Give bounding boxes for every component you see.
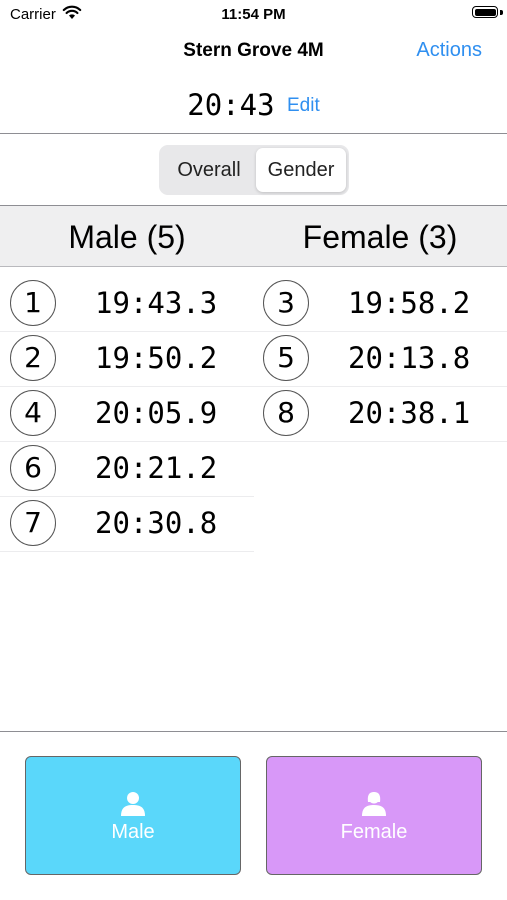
male-finisher-button[interactable]: Male (25, 756, 241, 875)
place-badge: 2 (10, 335, 56, 381)
view-segmented-control: Overall Gender (159, 145, 349, 195)
result-row[interactable]: 2 19:50.2 (0, 332, 254, 387)
result-row[interactable]: 3 19:58.2 (253, 277, 507, 332)
result-row[interactable]: 6 20:21.2 (0, 442, 254, 497)
finish-time: 20:21.2 (95, 451, 218, 485)
result-row[interactable]: 7 20:30.8 (0, 497, 254, 552)
finish-time: 19:43.3 (95, 286, 218, 320)
place-badge: 1 (10, 280, 56, 326)
battery-cap (500, 10, 503, 15)
column-header-band: Male (5) Female (3) (0, 205, 507, 267)
place-badge: 3 (263, 280, 309, 326)
result-row[interactable]: 8 20:38.1 (253, 387, 507, 442)
place-badge: 8 (263, 390, 309, 436)
finish-time: 20:38.1 (348, 396, 471, 430)
battery-icon (472, 6, 498, 18)
segment-gender[interactable]: Gender (256, 148, 346, 192)
result-row[interactable]: 5 20:13.8 (253, 332, 507, 387)
female-results-list: 3 19:58.2 5 20:13.8 8 20:38.1 (253, 277, 507, 442)
place-badge: 6 (10, 445, 56, 491)
status-time: 11:54 PM (221, 6, 286, 23)
person-icon (26, 790, 240, 821)
timer-row: 20:43 Edit (0, 88, 507, 122)
divider-top (0, 133, 507, 134)
finish-time: 20:13.8 (348, 341, 471, 375)
male-results-list: 1 19:43.3 2 19:50.2 4 20:05.9 6 20:21.2 … (0, 277, 254, 552)
place-badge: 7 (10, 500, 56, 546)
person-female-icon (267, 790, 481, 821)
finish-time: 19:50.2 (95, 341, 218, 375)
male-button-label: Male (111, 821, 155, 843)
female-column-header: Female (3) (302, 219, 458, 255)
divider-bottom (0, 731, 507, 732)
edit-button[interactable]: Edit (287, 95, 320, 116)
result-row[interactable]: 4 20:05.9 (0, 387, 254, 442)
finish-time: 20:30.8 (95, 506, 218, 540)
female-finisher-button[interactable]: Female (266, 756, 482, 875)
elapsed-time: 20:43 (187, 88, 275, 122)
finish-time: 19:58.2 (348, 286, 471, 320)
status-bar: Carrier 11:54 PM (0, 0, 507, 30)
female-button-label: Female (340, 821, 408, 843)
actions-button[interactable]: Actions (416, 39, 482, 62)
finish-time: 20:05.9 (95, 396, 218, 430)
male-column-header: Male (5) (68, 219, 186, 255)
place-badge: 5 (263, 335, 309, 381)
segment-overall[interactable]: Overall (162, 148, 256, 192)
result-row[interactable]: 1 19:43.3 (0, 277, 254, 332)
place-badge: 4 (10, 390, 56, 436)
